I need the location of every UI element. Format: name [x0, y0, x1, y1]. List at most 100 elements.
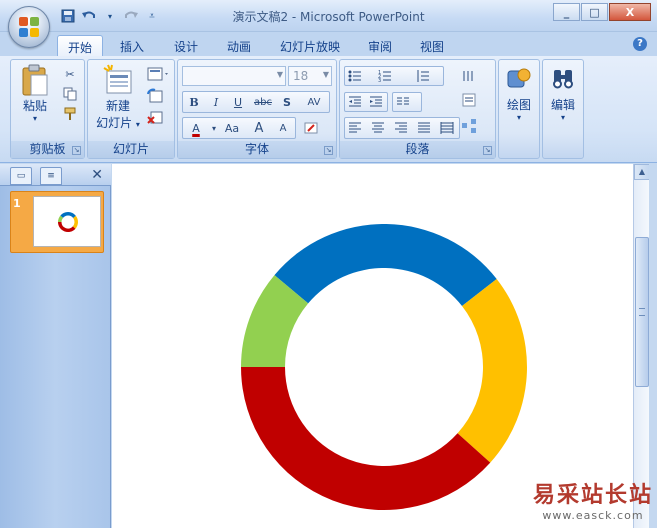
strikethrough-button[interactable]: abc [250, 92, 276, 112]
scroll-up-icon[interactable]: ▲ [634, 164, 650, 180]
smartart-icon[interactable] [460, 117, 478, 135]
align-right-icon[interactable] [392, 119, 410, 137]
tab-animations[interactable]: 动画 [217, 35, 261, 57]
editing-dropdown-icon[interactable]: ▾ [544, 113, 582, 122]
tab-view[interactable]: 视图 [410, 35, 454, 57]
font-color-button[interactable]: A [184, 118, 208, 138]
scrollbar-thumb[interactable] [635, 237, 649, 387]
new-slide-label-line2: 幻灯片 ▾ [96, 116, 140, 130]
font-size-field[interactable]: 18 ▼ [288, 66, 332, 86]
character-spacing-button[interactable]: AV [300, 92, 328, 112]
editing-label: 编辑 [550, 98, 575, 112]
paragraph-launcher-icon[interactable]: ↘ [483, 146, 492, 155]
shrink-font-button[interactable]: A [272, 118, 294, 138]
new-slide-button[interactable]: 新建 幻灯片 ▾ [90, 63, 146, 131]
align-left-icon[interactable] [346, 119, 364, 137]
office-logo-icon [19, 17, 39, 37]
tab-home[interactable]: 开始 [57, 35, 104, 57]
drawing-button[interactable]: 绘图 ▾ [500, 66, 538, 122]
watermark-text: 易采站长站 [532, 482, 653, 508]
drawing-group[interactable]: 绘图 ▾ [498, 59, 540, 159]
close-button[interactable]: X [609, 3, 651, 21]
tab-slideshow[interactable]: 幻灯片放映 [270, 35, 350, 57]
font-size-dropdown-icon[interactable]: ▼ [323, 70, 329, 79]
distributed-icon[interactable] [438, 119, 456, 137]
svg-text:3: 3 [378, 78, 381, 83]
new-slide-icon [103, 64, 132, 94]
font-name-field[interactable]: ▼ [182, 66, 286, 86]
slides-tab-icon[interactable]: ▭ [10, 167, 32, 185]
maximize-button[interactable]: □ [581, 3, 608, 21]
ribbon: 粘贴 ▾ ✂ 剪贴板 ↘ 新建 幻灯片 ▾ 幻灯片 ▼ 18 ▼ B I U a… [0, 56, 657, 163]
donut-segment-blue [274, 224, 497, 307]
text-shadow-button[interactable]: S [278, 92, 296, 112]
donut-segment-orange [457, 278, 527, 463]
line-spacing-icon[interactable] [414, 67, 432, 85]
donut-segment-red [241, 367, 491, 510]
numbering-icon[interactable]: 123 [376, 67, 394, 85]
editing-group[interactable]: 编辑 ▾ [542, 59, 584, 159]
slides-panel: ▭ ≡ ✕ 1 [0, 164, 111, 528]
paste-icon [22, 64, 48, 96]
increase-indent-icon[interactable] [367, 93, 385, 111]
paragraph-group-label: 段落 [340, 141, 495, 158]
watermark: 易采站长站 www.easck.com [533, 477, 653, 522]
find-icon [553, 70, 573, 89]
reset-slide-icon[interactable] [146, 87, 164, 105]
window-frame-edge [649, 164, 657, 528]
paste-button[interactable]: 粘贴 ▾ [15, 63, 55, 123]
grow-font-button[interactable]: A [248, 118, 270, 138]
format-painter-icon[interactable] [61, 105, 79, 123]
slides-group-label: 幻灯片 [88, 141, 174, 158]
clear-formatting-icon[interactable] [302, 119, 320, 137]
text-direction-icon[interactable] [460, 67, 478, 85]
ribbon-tabs: 开始 插入 设计 动画 幻灯片放映 审阅 视图 [0, 32, 657, 57]
shapes-icon [507, 68, 531, 88]
cut-icon[interactable]: ✂ [61, 65, 79, 83]
underline-button[interactable]: U [228, 92, 248, 112]
drawing-label: 绘图 [506, 98, 531, 112]
slide-number: 1 [13, 197, 21, 210]
donut-segment-red [58, 222, 76, 232]
tab-design[interactable]: 设计 [164, 35, 208, 57]
italic-button[interactable]: I [206, 92, 226, 112]
decrease-indent-icon[interactable] [346, 93, 364, 111]
panel-close-icon[interactable]: ✕ [91, 167, 103, 183]
donut-segment-blue [60, 212, 76, 218]
copy-icon[interactable] [61, 85, 79, 103]
columns-icon[interactable] [394, 93, 412, 111]
slide-canvas[interactable] [112, 164, 633, 528]
tab-insert[interactable]: 插入 [110, 35, 154, 57]
slide-thumbnail[interactable] [33, 196, 101, 247]
slide-thumbnail-selected[interactable] [10, 191, 104, 253]
minimize-button[interactable]: _ [553, 3, 580, 21]
tab-review[interactable]: 审阅 [358, 35, 402, 57]
clipboard-group: 粘贴 ▾ ✂ 剪贴板 ↘ [10, 59, 85, 159]
font-group-label: 字体 [178, 141, 336, 158]
help-icon[interactable]: ? [633, 37, 647, 51]
font-name-dropdown-icon[interactable]: ▼ [277, 70, 283, 79]
font-launcher-icon[interactable]: ↘ [324, 146, 333, 155]
bullets-icon[interactable] [346, 67, 364, 85]
drawing-dropdown-icon[interactable]: ▾ [500, 113, 538, 122]
align-text-icon[interactable] [460, 91, 478, 109]
paste-dropdown-icon[interactable]: ▾ [15, 114, 55, 123]
font-color-dropdown-icon[interactable]: ▾ [210, 118, 218, 138]
layout-icon[interactable] [146, 65, 172, 83]
panel-tabs: ▭ ≡ ✕ [0, 164, 111, 186]
new-slide-label-line1: 新建 [105, 99, 130, 113]
title-bar: ▾ ⩡ 演示文稿2 - Microsoft PowerPoint _ □ X [0, 0, 657, 32]
watermark-url: www.easck.com [542, 509, 644, 522]
clipboard-launcher-icon[interactable]: ↘ [72, 146, 81, 155]
delete-slide-icon[interactable] [146, 108, 164, 126]
donut-shape[interactable] [112, 164, 633, 528]
outline-tab-icon[interactable]: ≡ [40, 167, 62, 185]
align-center-icon[interactable] [369, 119, 387, 137]
office-button[interactable] [8, 6, 50, 48]
justify-icon[interactable] [415, 119, 433, 137]
font-group: ▼ 18 ▼ B I U abc S AV A ▾ Aa A A 字体 ↘ [177, 59, 337, 159]
change-case-button[interactable]: Aa [220, 118, 244, 138]
editing-button[interactable]: 编辑 ▾ [544, 66, 582, 122]
bold-button[interactable]: B [184, 92, 204, 112]
vertical-scrollbar[interactable]: ▲ [633, 164, 650, 528]
